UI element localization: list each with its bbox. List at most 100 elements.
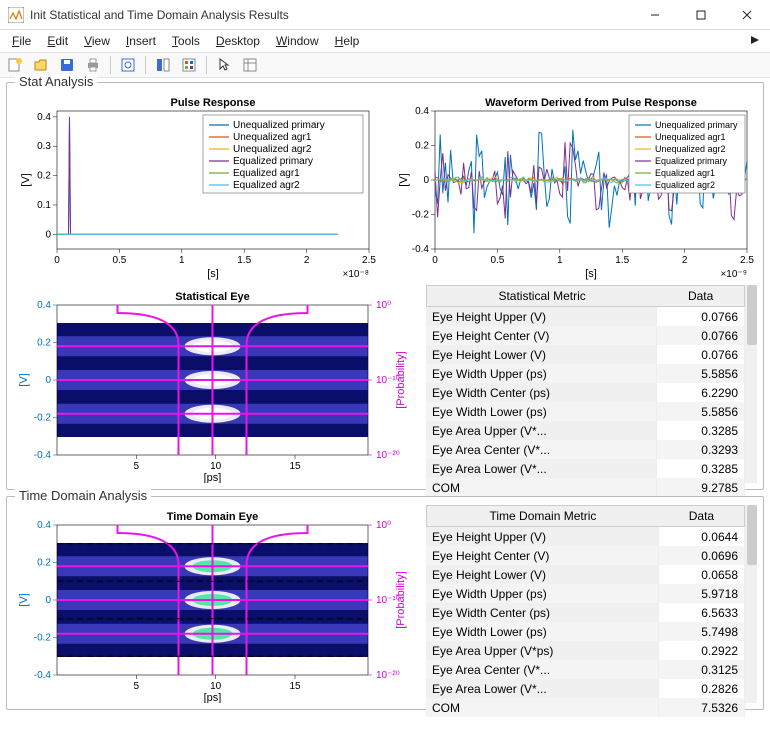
table-row[interactable]: Eye Height Center (V)0.0696 (426, 546, 745, 565)
pointer-icon[interactable] (213, 54, 235, 76)
stat-table-header-metric[interactable]: Statistical Metric (426, 285, 657, 307)
svg-text:Unequalized primary: Unequalized primary (655, 120, 738, 130)
menu-help[interactable]: Help (327, 32, 368, 50)
menu-bar: File Edit View Insert Tools Desktop Wind… (0, 30, 770, 52)
table-row[interactable]: Eye Width Upper (ps)5.9718 (426, 584, 745, 603)
plot-browser-icon[interactable] (178, 54, 200, 76)
menu-edit[interactable]: Edit (39, 32, 76, 50)
time-domain-metrics-table[interactable]: Time Domain Metric Data Eye Height Upper… (426, 505, 757, 703)
table-row[interactable]: Eye Area Upper (V*...0.3285 (426, 421, 745, 440)
maximize-button[interactable] (678, 0, 724, 30)
svg-text:15: 15 (289, 681, 301, 692)
stat-analysis-title: Stat Analysis (15, 74, 97, 89)
svg-text:Unequalized agr1: Unequalized agr1 (655, 132, 726, 142)
time-domain-eye-chart[interactable]: Time Domain Eye[V]-0.4-0.200.20.4[Probab… (13, 505, 418, 703)
table-row[interactable]: Eye Width Lower (ps)5.7498 (426, 622, 745, 641)
svg-text:-0.2: -0.2 (412, 210, 430, 221)
close-button[interactable] (724, 0, 770, 30)
table-row[interactable]: Eye Width Lower (ps)5.5856 (426, 402, 745, 421)
svg-text:Equalized agr2: Equalized agr2 (655, 180, 715, 190)
svg-text:2.5: 2.5 (740, 255, 754, 266)
table-row[interactable]: COM9.2785 (426, 478, 745, 497)
svg-text:[V]: [V] (18, 593, 30, 606)
table-row[interactable]: Eye Area Center (V*...0.3293 (426, 440, 745, 459)
svg-text:0.5: 0.5 (490, 255, 504, 266)
svg-text:1: 1 (557, 255, 563, 266)
table-row[interactable]: Eye Height Upper (V)0.0766 (426, 307, 745, 326)
svg-text:Unequalized agr2: Unequalized agr2 (655, 144, 726, 154)
statistical-metrics-table[interactable]: Statistical Metric Data Eye Height Upper… (426, 285, 757, 483)
svg-text:×10⁻⁸: ×10⁻⁸ (343, 269, 369, 280)
zoom-in-icon[interactable] (117, 54, 139, 76)
table-row[interactable]: Eye Area Upper (V*ps)0.2922 (426, 641, 745, 660)
table-row[interactable]: COM7.5326 (426, 698, 745, 717)
table-row[interactable]: Eye Width Center (ps)6.5633 (426, 603, 745, 622)
svg-text:1.5: 1.5 (615, 255, 629, 266)
print-icon[interactable] (82, 54, 104, 76)
menu-view[interactable]: View (76, 32, 118, 50)
menu-overflow-icon[interactable] (744, 32, 766, 50)
table-row[interactable]: Eye Width Center (ps)6.2290 (426, 383, 745, 402)
new-figure-icon[interactable] (4, 54, 26, 76)
svg-text:0: 0 (45, 375, 51, 386)
menu-file[interactable]: File (4, 32, 39, 50)
stat-analysis-panel: Stat Analysis Pulse Response[V][s]×10⁻⁸0… (6, 82, 764, 490)
table-row[interactable]: Eye Height Lower (V)0.0766 (426, 345, 745, 364)
svg-text:0.4: 0.4 (37, 112, 51, 123)
inspect-icon[interactable] (239, 54, 261, 76)
svg-text:-0.2: -0.2 (34, 633, 52, 644)
minimize-button[interactable] (632, 0, 678, 30)
time-table-header-data[interactable]: Data (659, 505, 745, 527)
svg-text:2: 2 (304, 255, 310, 266)
stat-table-header-data[interactable]: Data (657, 285, 745, 307)
svg-text:-0.2: -0.2 (34, 413, 52, 424)
svg-text:10⁰: 10⁰ (376, 520, 391, 531)
menu-window[interactable]: Window (268, 32, 327, 50)
table-row[interactable]: Eye Area Center (V*...0.3125 (426, 660, 745, 679)
time-table-scrollbar[interactable] (747, 505, 757, 565)
table-row[interactable]: Eye Height Lower (V)0.0658 (426, 565, 745, 584)
svg-text:Pulse Response: Pulse Response (171, 97, 256, 109)
svg-text:0.4: 0.4 (415, 106, 429, 117)
stat-table-scrollbar[interactable] (747, 285, 757, 345)
svg-text:Equalized agr2: Equalized agr2 (233, 180, 300, 191)
svg-text:0: 0 (45, 229, 51, 240)
menu-insert[interactable]: Insert (118, 32, 164, 50)
toolbar (0, 52, 770, 78)
svg-text:×10⁻⁹: ×10⁻⁹ (720, 269, 747, 280)
svg-text:10⁻¹⁰: 10⁻¹⁰ (376, 595, 400, 606)
open-icon[interactable] (30, 54, 52, 76)
svg-text:1.5: 1.5 (237, 255, 251, 266)
table-row[interactable]: Eye Area Lower (V*...0.2826 (426, 679, 745, 698)
waveform-chart[interactable]: Waveform Derived from Pulse Response[V][… (391, 91, 761, 283)
svg-text:0.3: 0.3 (37, 141, 51, 152)
table-row[interactable]: Eye Height Center (V)0.0766 (426, 326, 745, 345)
table-row[interactable]: Eye Area Lower (V*...0.3285 (426, 459, 745, 478)
statistical-eye-chart[interactable]: Statistical Eye[V]-0.4-0.200.20.4[Probab… (13, 285, 418, 483)
svg-text:Unequalized agr1: Unequalized agr1 (233, 132, 312, 143)
svg-text:[ps]: [ps] (204, 472, 222, 483)
pulse-response-chart[interactable]: Pulse Response[V][s]×10⁻⁸00.511.522.500.… (13, 91, 383, 283)
menu-tools[interactable]: Tools (164, 32, 208, 50)
table-row[interactable]: Eye Width Upper (ps)5.5856 (426, 364, 745, 383)
time-table-header-metric[interactable]: Time Domain Metric (426, 505, 659, 527)
menu-desktop[interactable]: Desktop (208, 32, 268, 50)
title-bar: Init Statistical and Time Domain Analysi… (0, 0, 770, 30)
svg-text:Waveform Derived from Pulse Re: Waveform Derived from Pulse Response (485, 97, 697, 109)
svg-text:10⁻¹⁰: 10⁻¹⁰ (376, 375, 400, 386)
svg-text:[s]: [s] (585, 268, 597, 280)
svg-text:Equalized agr1: Equalized agr1 (655, 168, 715, 178)
svg-text:Time Domain Eye: Time Domain Eye (167, 511, 259, 523)
svg-text:0.2: 0.2 (415, 141, 429, 152)
table-row[interactable]: Eye Height Upper (V)0.0644 (426, 527, 745, 546)
svg-text:-0.4: -0.4 (34, 450, 52, 461)
svg-text:0: 0 (54, 255, 60, 266)
svg-text:[V]: [V] (20, 173, 32, 186)
svg-text:5: 5 (134, 681, 140, 692)
svg-text:[V]: [V] (18, 373, 30, 386)
figure-palette-icon[interactable] (152, 54, 174, 76)
save-icon[interactable] (56, 54, 78, 76)
svg-text:0.5: 0.5 (112, 255, 126, 266)
svg-text:Equalized agr1: Equalized agr1 (233, 168, 300, 179)
svg-text:Equalized primary: Equalized primary (233, 156, 313, 167)
